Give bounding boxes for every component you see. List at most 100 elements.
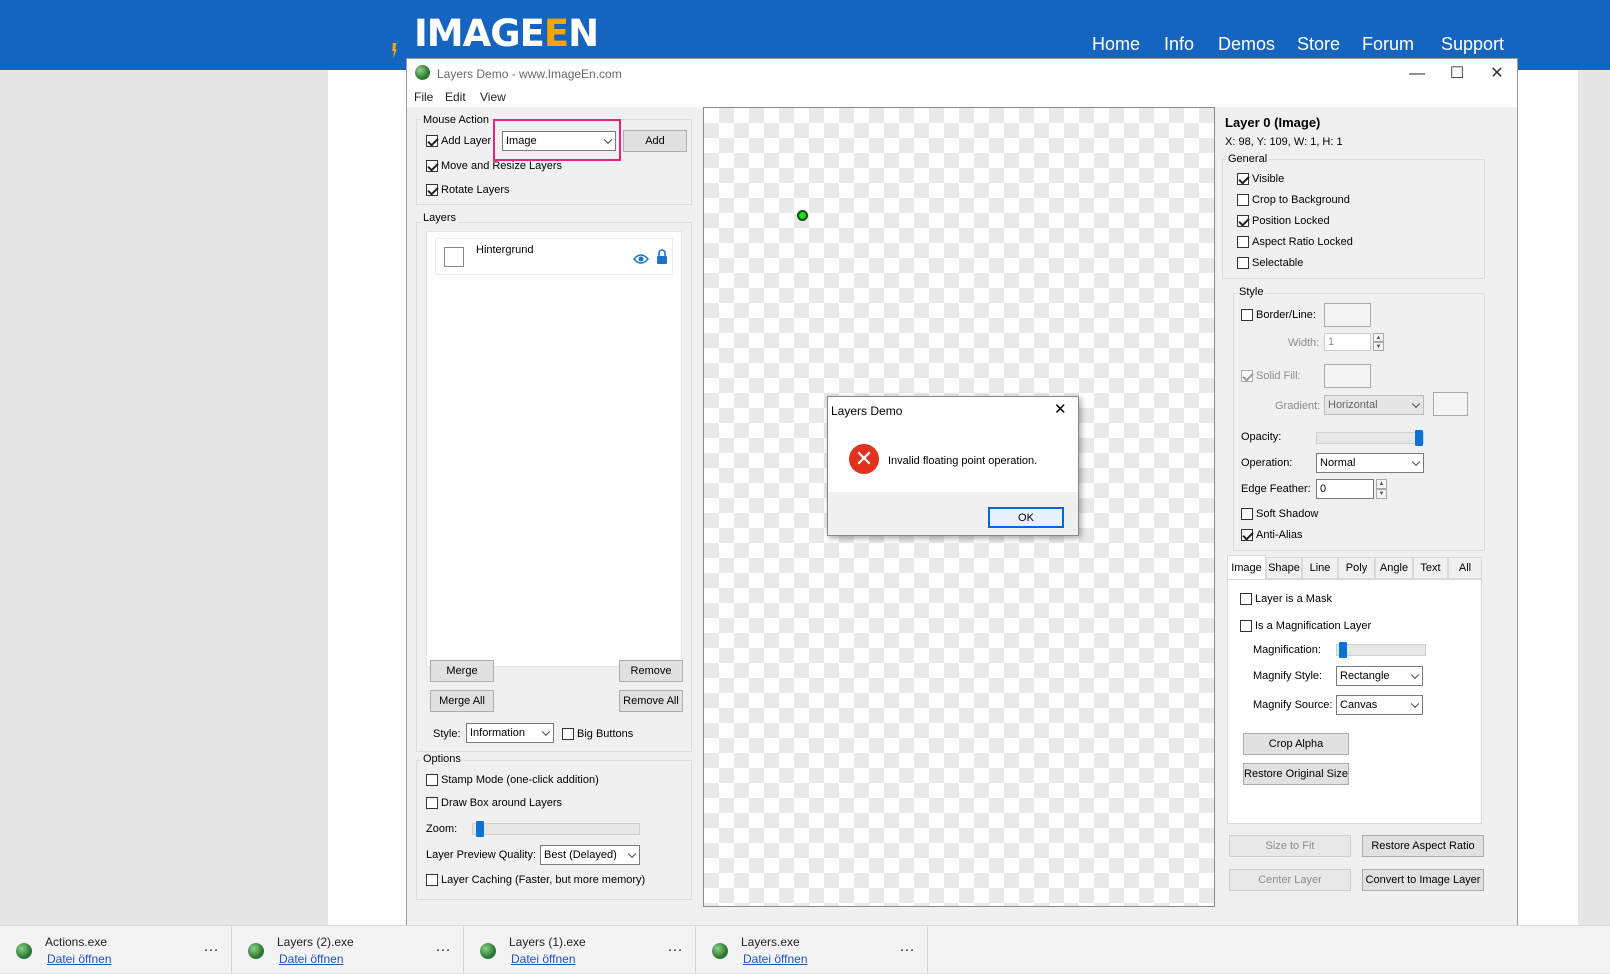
site-logo[interactable]: IMAGEEN [414,12,599,55]
open-file-link[interactable]: Datei öffnen [511,952,576,966]
big-buttons-checkbox[interactable]: Big Buttons [562,728,633,740]
more-options-icon[interactable]: … [899,938,915,956]
width-spin-up-icon[interactable]: ▲ [1373,333,1384,342]
eye-icon[interactable] [633,253,649,265]
menu-view[interactable]: View [480,90,506,104]
maximize-button[interactable]: ☐ [1437,63,1477,85]
layer-is-mask-checkbox[interactable]: Layer is a Mask [1240,593,1332,605]
more-options-icon[interactable]: … [667,938,683,956]
restore-original-size-button[interactable]: Restore Original Size [1243,763,1349,785]
tab-all[interactable]: All [1448,557,1482,579]
edge-spin-up-icon[interactable]: ▲ [1376,479,1387,489]
close-button[interactable]: ✕ [1477,63,1517,85]
open-file-link[interactable]: Datei öffnen [47,952,112,966]
remove-all-button[interactable]: Remove All [619,690,683,712]
draw-box-checkbox[interactable]: Draw Box around Layers [426,797,562,809]
merge-all-button[interactable]: Merge All [430,690,494,712]
width-spin-down-icon[interactable]: ▼ [1373,342,1384,351]
menu-edit[interactable]: Edit [445,90,466,104]
download-name: Layers (2).exe [277,935,354,949]
border-line-checkbox[interactable]: Border/Line: [1241,309,1316,321]
magnification-layer-checkbox[interactable]: Is a Magnification Layer [1240,620,1371,632]
dialog-message: Invalid floating point operation. [888,455,1038,467]
add-layer-checkbox[interactable]: Add Layer [426,135,491,147]
download-item[interactable]: Actions.exe Datei öffnen … [0,926,232,974]
download-item[interactable]: Layers (1).exe Datei öffnen … [464,926,696,974]
more-options-icon[interactable]: … [435,938,451,956]
layer-header: Layer 0 (Image) [1225,115,1321,130]
edge-spin-down-icon[interactable]: ▼ [1376,489,1387,499]
open-file-link[interactable]: Datei öffnen [743,952,808,966]
ok-button[interactable]: OK [988,507,1064,528]
rotate-layers-checkbox[interactable]: Rotate Layers [426,184,509,196]
gradient-color-swatch[interactable] [1433,392,1468,416]
edge-feather-input[interactable]: 0 [1316,479,1374,499]
move-resize-checkbox[interactable]: Move and Resize Layers [426,160,562,172]
operation-select[interactable]: Normal [1316,453,1424,473]
tab-angle[interactable]: Angle [1375,557,1413,579]
fill-color-swatch[interactable] [1324,364,1371,388]
anti-alias-checkbox[interactable]: Anti-Alias [1241,529,1302,541]
width-input[interactable]: 1 [1324,333,1371,351]
crop-background-checkbox[interactable]: Crop to Background [1237,194,1350,206]
lock-icon[interactable] [656,249,668,265]
magnification-slider-thumb[interactable] [1339,642,1347,658]
opacity-slider-thumb[interactable] [1415,430,1423,446]
open-file-link[interactable]: Datei öffnen [279,952,344,966]
tab-line[interactable]: Line [1302,557,1338,579]
chevron-down-icon [603,135,613,145]
minimize-button[interactable]: — [1397,63,1437,85]
opacity-slider[interactable] [1316,430,1424,446]
quality-select[interactable]: Best (Delayed) [540,845,640,865]
add-button[interactable]: Add [623,130,687,152]
gradient-select[interactable]: Horizontal [1324,395,1424,415]
convert-to-image-layer-button[interactable]: Convert to Image Layer [1362,869,1484,891]
image-canvas[interactable]: Layers Demo ✕ ✕ Invalid floating point o… [703,107,1215,907]
more-options-icon[interactable]: … [203,938,219,956]
center-layer-button[interactable]: Center Layer [1229,869,1351,891]
nav-support[interactable]: Support [1441,34,1504,55]
download-name: Layers.exe [741,935,800,949]
position-locked-checkbox[interactable]: Position Locked [1237,215,1330,227]
magnification-slider[interactable] [1336,642,1426,658]
mouse-action-label: Mouse Action [421,114,492,126]
visible-checkbox[interactable]: Visible [1237,173,1284,185]
magnify-style-select[interactable]: Rectangle [1336,666,1423,686]
zoom-slider-thumb[interactable] [476,821,484,837]
nav-store[interactable]: Store [1297,34,1340,55]
nav-info[interactable]: Info [1164,34,1194,55]
tab-image[interactable]: Image [1227,555,1266,579]
style-select[interactable]: Information [466,723,554,743]
download-item[interactable]: Layers.exe Datei öffnen … [696,926,928,974]
solid-fill-checkbox[interactable]: Solid Fill: [1241,370,1301,382]
magnify-source-select[interactable]: Canvas [1336,695,1423,715]
zoom-slider[interactable] [472,821,640,837]
layers-list[interactable]: Hintergrund [426,231,682,667]
tab-shape[interactable]: Shape [1266,557,1302,579]
restore-aspect-ratio-button[interactable]: Restore Aspect Ratio [1362,835,1484,857]
chevron-down-icon [1410,699,1420,709]
layer-type-select[interactable]: Image [502,131,616,151]
nav-forum[interactable]: Forum [1362,34,1414,55]
size-to-fit-button[interactable]: Size to Fit [1229,835,1351,857]
dialog-close-icon[interactable]: ✕ [1054,400,1067,418]
menu-file[interactable]: File [414,90,433,104]
aspect-locked-checkbox[interactable]: Aspect Ratio Locked [1237,236,1353,248]
chevron-down-icon [627,849,637,859]
remove-button[interactable]: Remove [619,660,683,682]
nav-demos[interactable]: Demos [1218,34,1275,55]
soft-shadow-checkbox[interactable]: Soft Shadow [1241,508,1318,520]
list-item[interactable]: Hintergrund [435,238,673,275]
layer-handle[interactable] [797,210,808,221]
selectable-checkbox[interactable]: Selectable [1237,257,1303,269]
stamp-mode-checkbox[interactable]: Stamp Mode (one-click addition) [426,774,599,786]
tab-text[interactable]: Text [1413,557,1448,579]
crop-alpha-button[interactable]: Crop Alpha [1243,733,1349,755]
border-color-swatch[interactable] [1324,303,1371,327]
window-titlebar[interactable]: Layers Demo - www.ImageEn.com — ☐ ✕ [407,59,1517,87]
nav-home[interactable]: Home [1092,34,1140,55]
merge-button[interactable]: Merge [430,660,494,682]
tab-poly[interactable]: Poly [1338,557,1375,579]
layer-caching-checkbox[interactable]: Layer Caching (Faster, but more memory) [426,874,645,886]
download-item[interactable]: Layers (2).exe Datei öffnen … [232,926,464,974]
